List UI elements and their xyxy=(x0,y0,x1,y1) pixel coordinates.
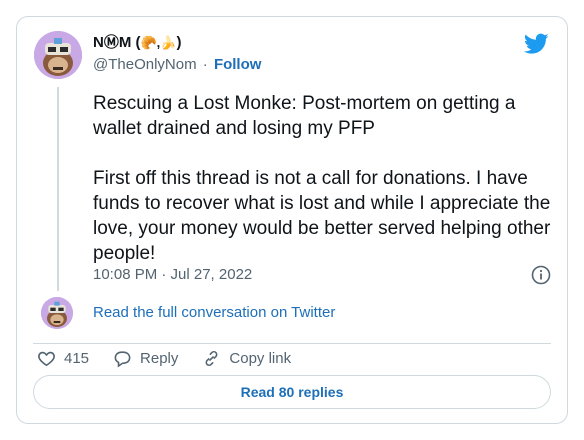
tweet-paragraph: Rescuing a Lost Monke: Post-mortem on ge… xyxy=(93,93,516,139)
tweet-timestamp[interactable]: 10:08 PM · Jul 27, 2022 xyxy=(93,265,252,285)
like-button[interactable]: 415 xyxy=(37,349,89,368)
author-name[interactable]: NⓂM ( xyxy=(93,33,141,53)
handle-separator: · xyxy=(202,56,208,73)
author-avatar[interactable] xyxy=(34,31,82,79)
read-replies-button[interactable]: Read 80 replies xyxy=(33,375,551,409)
reply-label: Reply xyxy=(140,349,179,367)
tweet-body: Rescuing a Lost Monke: Post-mortem on ge… xyxy=(93,91,553,266)
author-emoji: 🥐,🍌 xyxy=(140,35,177,50)
action-bar: 415 Reply Copy link xyxy=(37,347,315,369)
thread-connector-line xyxy=(57,87,59,291)
like-count: 415 xyxy=(64,349,90,367)
link-icon xyxy=(205,350,218,366)
reply-avatar[interactable] xyxy=(41,297,73,329)
handle-row: @TheOnlyNom · Follow xyxy=(93,55,261,75)
tweet-card: NⓂM ( 🥐,🍌 ) @TheOnlyNom · Follow Rescuin… xyxy=(16,16,568,424)
author-handle[interactable]: @TheOnlyNom xyxy=(93,56,197,73)
read-full-conversation-link[interactable]: Read the full conversation on Twitter xyxy=(93,303,335,323)
heart-icon xyxy=(38,351,55,366)
info-icon[interactable] xyxy=(531,265,551,285)
twitter-bird-icon[interactable] xyxy=(524,33,549,55)
follow-link[interactable]: Follow xyxy=(214,56,262,73)
divider xyxy=(33,343,551,344)
tweet-paragraph: First off this thread is not a call for … xyxy=(93,168,551,264)
author-name-end: ) xyxy=(176,34,182,51)
reply-button[interactable]: Reply xyxy=(113,349,178,368)
copy-link-label: Copy link xyxy=(229,349,292,367)
copy-link-button[interactable]: Copy link xyxy=(202,349,291,368)
reply-bubble-icon xyxy=(114,350,131,368)
author-name-row[interactable]: NⓂM ( 🥐,🍌 ) xyxy=(93,33,182,53)
